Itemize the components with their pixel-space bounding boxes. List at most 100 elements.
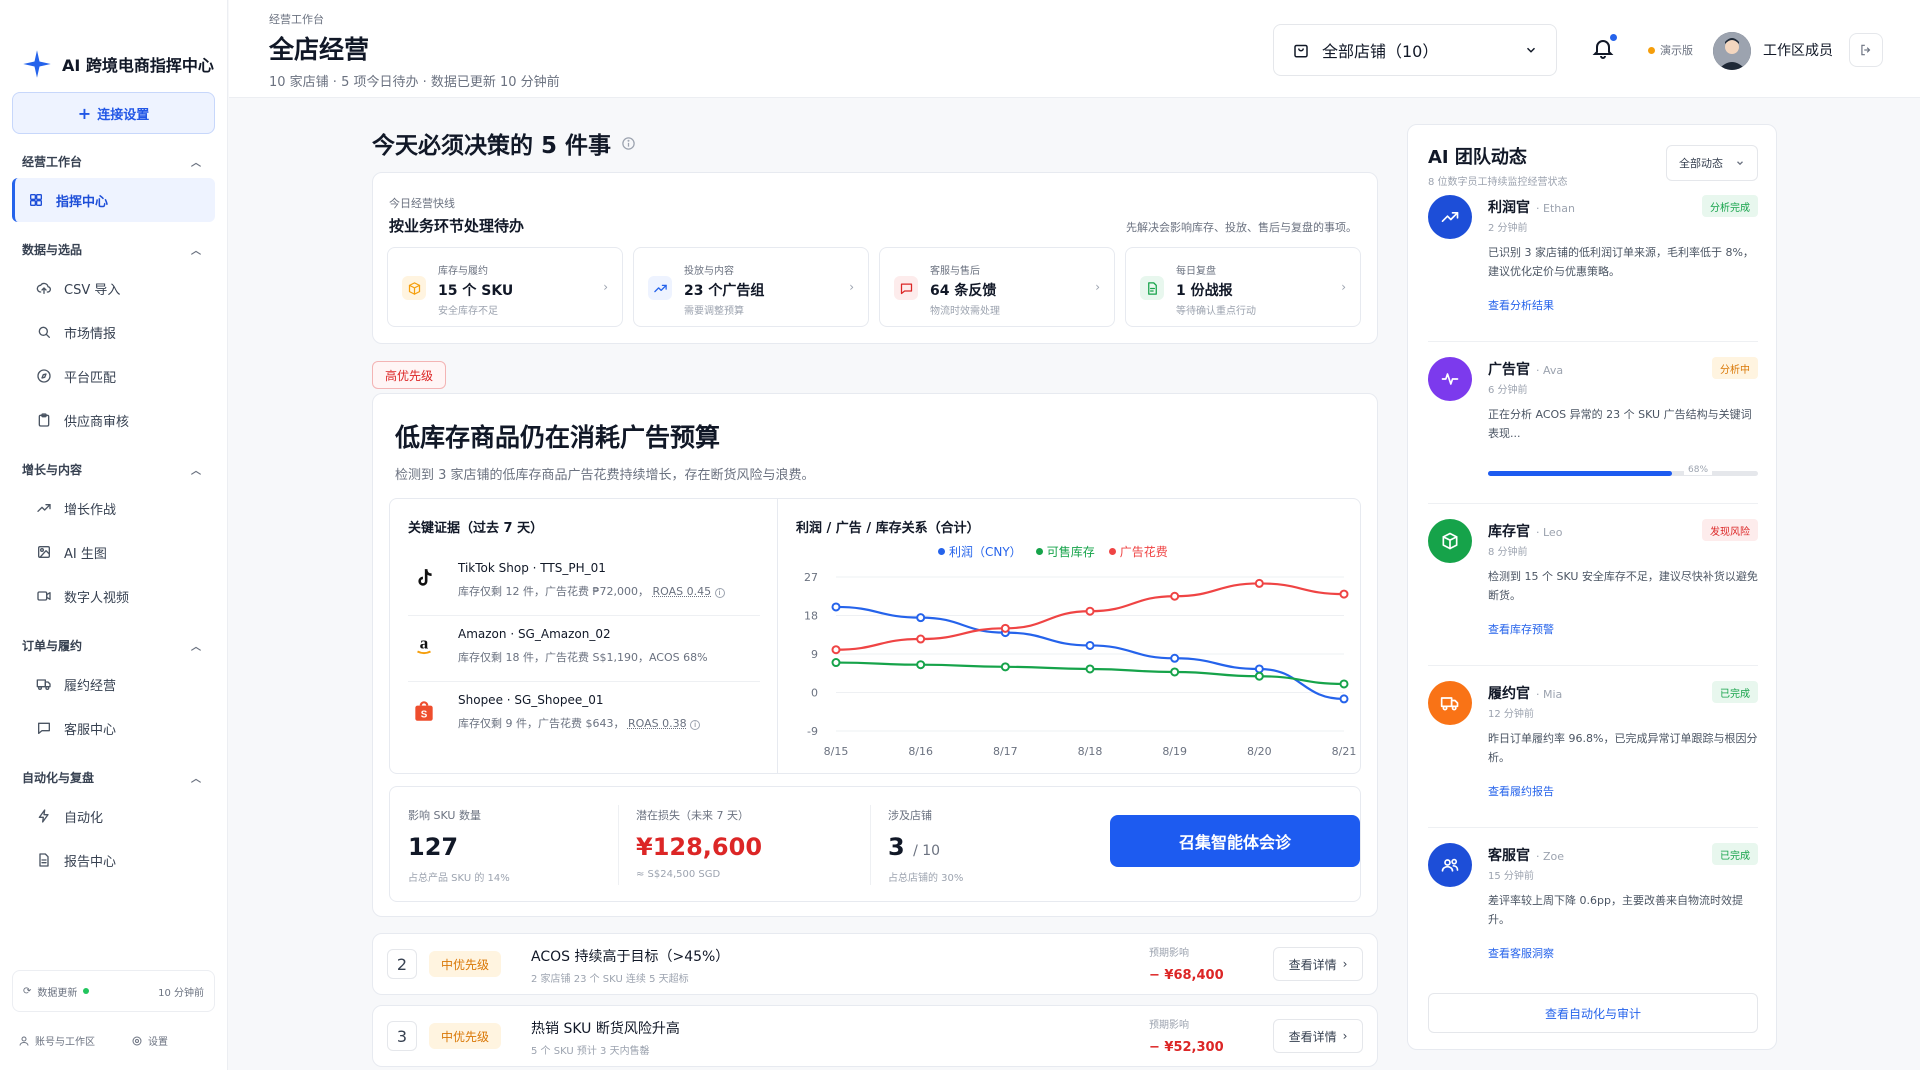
automation-audit-button[interactable]: 查看自动化与审计 xyxy=(1428,993,1758,1033)
page-title: 全店经营 xyxy=(269,35,370,64)
x-tick-label: 8/21 xyxy=(1332,745,1357,758)
sidebar-item[interactable]: 市场情报 xyxy=(12,310,215,354)
evidence-row[interactable]: TikTok Shop · TTS_PH_01 库存仅剩 12 件，广告花费 ₱… xyxy=(408,553,760,615)
agent-link[interactable]: 查看履约报告 xyxy=(1488,783,1554,799)
store-select[interactable]: 全部店铺（10） xyxy=(1273,24,1557,76)
brand[interactable]: AI 跨境电商指挥中心 xyxy=(0,0,227,92)
search-icon xyxy=(38,326,50,338)
sidebar-item[interactable]: AI 生图 xyxy=(12,530,215,574)
series-line xyxy=(835,605,1345,701)
x-tick-label: 8/15 xyxy=(824,745,849,758)
summon-agents-button[interactable]: 召集智能体会诊 xyxy=(1110,815,1360,867)
agent-status-badge: 已完成 xyxy=(1712,843,1758,865)
gear-icon xyxy=(132,1036,142,1045)
evidence-row[interactable]: S Shopee · SG_Shopee_01 库存仅剩 9 件，广告花费 $6… xyxy=(408,685,760,747)
clipboard-icon xyxy=(38,413,50,427)
store-select-value: 全部店铺（10） xyxy=(1322,42,1439,61)
priority-badge: 中优先级 xyxy=(429,951,502,977)
sidebar-item[interactable]: 指挥中心 xyxy=(12,178,215,222)
agent-status-badge: 发现风险 xyxy=(1702,519,1758,541)
agent-person-name: Mia xyxy=(1543,688,1563,701)
evidence-info: 库存仅剩 18 件，广告花费 S$1,190，ACOS 68% xyxy=(458,649,708,665)
chevron-up-icon: ︿ xyxy=(191,773,201,785)
activity-filter-select[interactable]: 全部动态 xyxy=(1666,145,1758,181)
task-row[interactable]: 3 中优先级 热销 SKU 断货风险升高 5 个 SKU 预计 3 天内售罄 预… xyxy=(372,1005,1378,1067)
sidebar-item[interactable]: 平台匹配 xyxy=(12,354,215,398)
agent-link[interactable]: 查看库存预警 xyxy=(1488,621,1554,637)
quick-lane-card[interactable]: 库存与履约 15 个 SKU 安全库存不足 › xyxy=(387,247,623,327)
settings-link[interactable]: 设置 xyxy=(131,1033,168,1048)
legend-item[interactable]: 利润（CNY） xyxy=(938,543,1022,560)
metric-value-text: ¥128,600 xyxy=(636,833,763,861)
sidebar-item[interactable]: 履约经营 xyxy=(12,662,215,706)
trend-up-icon xyxy=(1441,212,1459,222)
demo-badge: 演示版 xyxy=(1648,42,1693,58)
evidence-store-name: Amazon · SG_Amazon_02 xyxy=(458,627,611,641)
quick-lane-card[interactable]: 投放与内容 23 个广告组 需要调整预算 › xyxy=(633,247,869,327)
agent-name: 履约官 · Mia xyxy=(1488,683,1562,703)
tiktok-logo xyxy=(408,563,440,595)
nav-group-header[interactable]: 数据与选品 ︿ xyxy=(0,232,227,266)
info-icon[interactable]: i xyxy=(690,720,701,730)
nav-group-header[interactable]: 经营工作台 ︿ xyxy=(0,144,227,178)
notification-button[interactable] xyxy=(1591,34,1617,64)
metric-value-text: 3 xyxy=(888,833,905,861)
nav-group-header[interactable]: 订单与履约 ︿ xyxy=(0,628,227,662)
agent-person: · Leo xyxy=(1536,526,1563,539)
sidebar-item[interactable]: 增长作战 xyxy=(12,486,215,530)
info-icon[interactable]: i xyxy=(714,588,725,598)
sidebar-item[interactable]: CSV 导入 xyxy=(12,266,215,310)
evidence-row[interactable]: a Amazon · SG_Amazon_02 库存仅剩 18 件，广告花费 S… xyxy=(408,619,760,681)
ai-team-panel: AI 团队动态 8 位数字员工持续监控经营状态 全部动态 查看自动化与审计 利润… xyxy=(1407,124,1777,1050)
sidebar-item[interactable]: 数字人视频 xyxy=(12,574,215,618)
agent-link[interactable]: 查看分析结果 xyxy=(1488,297,1554,313)
metric-value: ¥128,600 xyxy=(636,833,762,861)
nav-group-header[interactable]: 自动化与复盘 ︿ xyxy=(0,760,227,794)
avatar[interactable] xyxy=(1713,32,1751,70)
agent-role: 库存官 xyxy=(1488,524,1530,540)
view-details-button[interactable]: 查看详情 › xyxy=(1273,1019,1363,1053)
sidebar-item-label: 市场情报 xyxy=(64,326,117,342)
metric-value: 3 / 10 xyxy=(888,833,963,861)
x-tick-label: 8/20 xyxy=(1247,745,1272,758)
image-icon xyxy=(38,546,50,558)
sidebar-item-label: 供应商审核 xyxy=(64,414,130,430)
sidebar-item[interactable]: 供应商审核 xyxy=(12,398,215,442)
sidebar-item[interactable]: 报告中心 xyxy=(12,838,215,882)
legend-item[interactable]: 可售库存 xyxy=(1035,543,1095,560)
agent-link[interactable]: 查看客服洞察 xyxy=(1488,945,1554,961)
connect-settings-button[interactable]: + 连接设置 xyxy=(12,92,215,134)
impact-metric: 影响 SKU 数量 127 占总产品 SKU 的 14% xyxy=(408,807,510,884)
sidebar-item-label: 客服中心 xyxy=(64,722,117,738)
line-chart: 27 18 9 0 -9 8/15 8/16 8/17 8/18 8/19 8/20 8/21 xyxy=(804,571,1357,758)
account-workspace-link[interactable]: 账号与工作区 xyxy=(18,1033,95,1048)
view-details-button[interactable]: 查看详情 › xyxy=(1273,947,1363,981)
agent-name: 广告官 · Ava xyxy=(1488,359,1563,379)
logout-button[interactable] xyxy=(1849,33,1883,67)
nav-group-header[interactable]: 增长与内容 ︿ xyxy=(0,452,227,486)
quick-lane-card[interactable]: 客服与售后 64 条反馈 物流时效需处理 › xyxy=(879,247,1115,327)
evidence-metric[interactable]: ROAS 0.38 xyxy=(628,717,687,730)
chat-icon xyxy=(900,283,912,294)
evidence-info-text: 库存仅剩 12 件，广告花费 ₱72,000， xyxy=(458,585,649,598)
agent-divider xyxy=(1428,665,1758,666)
quick-lane-card[interactable]: 每日复盘 1 份战报 等待确认重点行动 › xyxy=(1125,247,1361,327)
view-details-label: 查看详情 xyxy=(1288,1029,1337,1044)
data-update-status[interactable]: ⟳ 数据更新 10 分钟前 xyxy=(12,970,215,1012)
user-name[interactable]: 工作区成员 xyxy=(1763,40,1833,60)
legend-item[interactable]: 广告花费 xyxy=(1108,543,1168,560)
svg-text:a: a xyxy=(420,633,429,652)
top-header: 经营工作台 全店经营 10 家店铺 · 5 项今日待办 · 数据已更新 10 分… xyxy=(229,0,1920,98)
sidebar-item[interactable]: 客服中心 xyxy=(12,706,215,750)
shopee-logo: S xyxy=(408,695,440,727)
info-icon[interactable] xyxy=(621,136,636,151)
breadcrumb[interactable]: 经营工作台 xyxy=(269,11,324,27)
agent-progress-fill xyxy=(1488,471,1672,476)
notification-badge xyxy=(1610,34,1617,41)
chevron-right-icon: › xyxy=(1341,280,1346,294)
sidebar: AI 跨境电商指挥中心 + 连接设置 经营工作台 ︿ 指挥中心数据与选品 ︿ CSV 导… xyxy=(0,0,228,1070)
nav-group: 自动化与复盘 ︿ 自动化 报告中心 xyxy=(0,760,227,882)
task-row[interactable]: 2 中优先级 ACOS 持续高于目标（>45%） 2 家店铺 23 个 SKU … xyxy=(372,933,1378,995)
sidebar-item[interactable]: 自动化 xyxy=(12,794,215,838)
evidence-metric[interactable]: ROAS 0.45 xyxy=(652,585,711,598)
